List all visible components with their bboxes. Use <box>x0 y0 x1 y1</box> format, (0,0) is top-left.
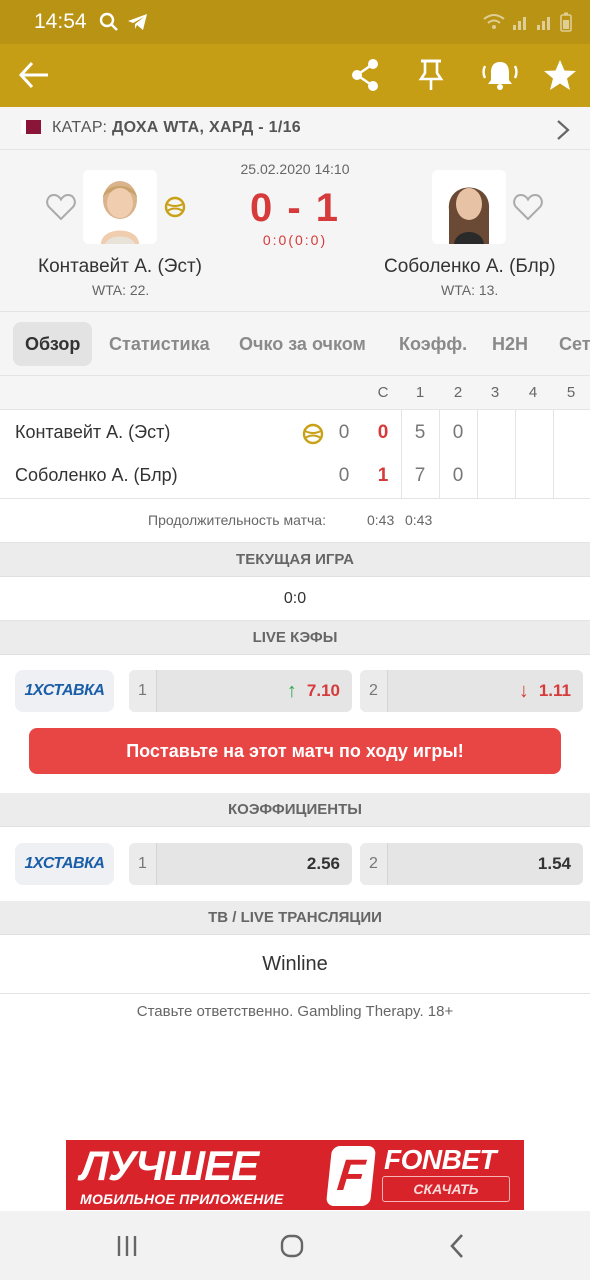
recent-apps-icon[interactable] <box>116 1235 138 1257</box>
battery-icon <box>560 12 572 32</box>
banner-download-button[interactable]: СКАЧАТЬ <box>382 1176 510 1202</box>
duration-value-2: 0:43 <box>405 512 433 528</box>
odd-value: 1.54 <box>537 854 571 873</box>
odds-row: 1ХСТАВКА 1 2.56 2 1.54 <box>0 827 590 901</box>
odd-value-wrap: ↑ 7.10 <box>287 670 340 712</box>
app-bar <box>0 44 590 107</box>
status-bar: 14:54 <box>0 0 590 44</box>
tab-statistics[interactable]: Статистика <box>109 322 210 366</box>
fonbet-logo-letter: F <box>335 1151 368 1200</box>
sets-row-player2-set2: 0 <box>452 465 464 486</box>
sets-table-header: С 1 2 3 4 5 <box>0 376 590 410</box>
pin-icon[interactable] <box>418 58 444 92</box>
favorite-player2-heart-icon[interactable] <box>513 193 543 221</box>
odd-value: 2.56 <box>306 854 340 873</box>
sets-row-player1-set1: 5 <box>414 422 426 443</box>
odd-value: 7.10 <box>306 681 340 700</box>
current-game-header: ТЕКУЩАЯ ИГРА <box>0 543 590 577</box>
divider <box>477 410 478 499</box>
sets-row-player1-sets: 0 <box>377 422 389 443</box>
tournament-label: КАТАР: ДОХА WTA, ХАРД - 1/16 <box>52 119 301 137</box>
odd-value-wrap: ↓ 1.11 <box>519 670 571 712</box>
divider <box>553 410 554 499</box>
duration-value: 0:43 <box>367 512 395 528</box>
sets-header-col: 1 <box>415 384 425 401</box>
tournament-country: КАТАР: <box>52 119 108 136</box>
signal-icon <box>513 17 526 30</box>
odd-1[interactable]: 1 2.56 <box>129 843 352 885</box>
odd-2[interactable]: 2 1.54 <box>360 843 583 885</box>
tournament-name: ДОХА WTA, ХАРД - 1/16 <box>111 119 301 136</box>
fonbet-banner[interactable]: ЛУЧШЕЕ МОБИЛЬНОЕ ПРИЛОЖЕНИЕ F FONBET СКА… <box>66 1140 524 1210</box>
sets-header-col: 5 <box>566 384 576 401</box>
sets-header-col: 2 <box>453 384 463 401</box>
player2-rank: WTA: 13. <box>441 282 499 298</box>
bell-icon[interactable] <box>480 58 520 92</box>
player1-name[interactable]: Контавейт А. (Эст) <box>38 256 202 278</box>
back-nav-icon[interactable] <box>449 1233 465 1259</box>
arrow-up-icon: ↑ <box>286 680 297 702</box>
share-icon[interactable] <box>350 58 380 92</box>
sets-row-player2-game: 0 <box>338 465 350 486</box>
signal-icon-2 <box>537 17 550 30</box>
bet-live-button[interactable]: Поставьте на этот матч по ходу игры! <box>29 728 561 774</box>
arrow-down-icon: ↓ <box>518 680 529 702</box>
player2-avatar-icon <box>432 170 506 244</box>
tab-point-by-point[interactable]: Очко за очком <box>239 322 366 366</box>
sets-row-player2-sets: 1 <box>377 465 389 486</box>
chevron-right-icon[interactable] <box>556 119 570 141</box>
tab-odds[interactable]: Коэфф. <box>399 322 467 366</box>
live-odd-1[interactable]: 1 ↑ 7.10 <box>129 670 352 712</box>
sets-header-col: 4 <box>528 384 538 401</box>
divider <box>515 410 516 499</box>
sets-row-player2-set1: 7 <box>414 465 426 486</box>
match-duration: Продолжительность матча: 0:43 0:43 <box>0 499 590 543</box>
tab-sets[interactable]: Сет <box>559 322 590 366</box>
odds-header: КОЭФФИЦИЕНТЫ <box>0 793 590 827</box>
tab-h2h[interactable]: H2H <box>492 322 528 366</box>
banner-brand: FONBET <box>384 1144 497 1175</box>
player2-photo <box>432 170 506 244</box>
sets-header-col: 3 <box>490 384 500 401</box>
star-icon[interactable] <box>543 58 577 92</box>
back-arrow-icon[interactable] <box>18 60 50 90</box>
odd-value: 1.11 <box>538 681 571 700</box>
sets-row-player1-game: 0 <box>338 422 350 443</box>
wifi-icon <box>483 14 505 29</box>
tab-overview[interactable]: Обзор <box>13 322 93 366</box>
sets-row-player1-set2: 0 <box>452 422 464 443</box>
odd-outcome-label: 1 <box>129 843 157 885</box>
sets-row-player1-name: Контавейт А. (Эст) <box>15 422 171 442</box>
tennis-ball-icon <box>302 423 324 445</box>
bookmaker-logo[interactable]: 1ХСТАВКА <box>15 670 114 712</box>
match-header: 25.02.2020 14:10 0 - 1 0:0(0:0) Контавей… <box>0 150 590 312</box>
odd-outcome-label: 1 <box>129 670 157 712</box>
home-icon[interactable] <box>280 1234 304 1258</box>
telegram-icon <box>127 14 147 30</box>
player1-rank: WTA: 22. <box>92 282 150 298</box>
tournament-row[interactable]: КАТАР: ДОХА WTA, ХАРД - 1/16 <box>0 107 590 150</box>
responsible-gambling-note: Ставьте ответственно. Gambling Therapy. … <box>136 1003 454 1020</box>
sets-row-player2-name: Соболенко А. (Блр) <box>15 465 178 485</box>
qatar-flag-icon <box>21 120 41 134</box>
banner-subline: МОБИЛЬНОЕ ПРИЛОЖЕНИЕ <box>80 1191 284 1207</box>
duration-label: Продолжительность матча: <box>148 512 326 528</box>
banner-headline: ЛУЧШЕЕ <box>80 1142 259 1189</box>
current-game-value: 0:0 <box>0 577 590 621</box>
live-odds-header: LIVE КЭФЫ <box>0 621 590 655</box>
status-time: 14:54 <box>34 10 87 33</box>
tv-broadcaster[interactable]: Winline <box>0 935 590 994</box>
sets-header-col: С <box>377 384 389 401</box>
player2-name[interactable]: Соболенко А. (Блр) <box>384 256 556 278</box>
system-nav-bar <box>0 1211 590 1280</box>
odd-outcome-label: 2 <box>360 670 388 712</box>
tv-header: ТВ / LIVE ТРАНСЛЯЦИИ <box>0 901 590 935</box>
fonbet-logo-icon: F <box>325 1146 377 1206</box>
search-icon <box>99 12 118 31</box>
tab-bar: Обзор Статистика Очко за очком Коэфф. H2… <box>0 312 590 376</box>
odd-outcome-label: 2 <box>360 843 388 885</box>
sets-table: Контавейт А. (Эст) 0 0 5 0 Соболенко А. … <box>0 410 590 499</box>
bookmaker-logo[interactable]: 1ХСТАВКА <box>15 843 114 885</box>
live-odd-2[interactable]: 2 ↓ 1.11 <box>360 670 583 712</box>
